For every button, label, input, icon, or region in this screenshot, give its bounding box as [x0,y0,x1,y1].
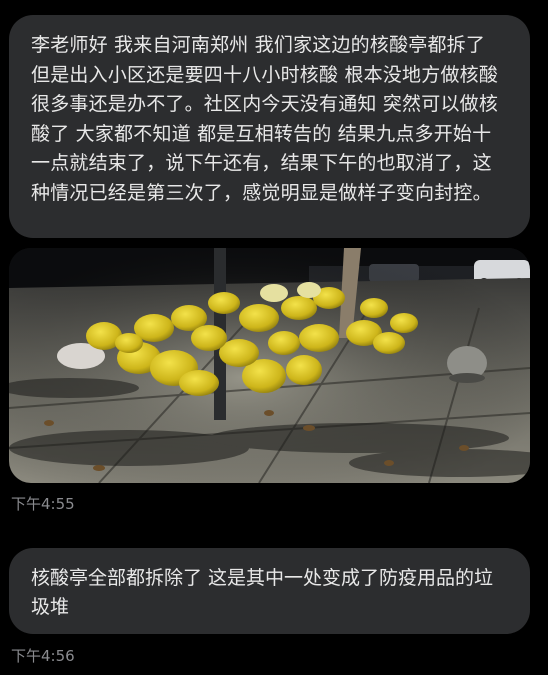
message-bubble-1: 李老师好 我来自河南郑州 我们家这边的核酸亭都拆了 但是出入小区还是要四十八小时… [9,15,530,238]
message-text-1: 李老师好 我来自河南郑州 我们家这边的核酸亭都拆了 但是出入小区还是要四十八小时… [31,34,499,204]
message-photo[interactable] [9,248,530,483]
message-timestamp-1: 下午4:55 [11,495,75,513]
photo-waste-pile-scene [9,248,530,483]
message-timestamp-2: 下午4:56 [11,647,75,665]
message-text-2: 核酸亭全部都拆除了 这是其中一处变成了防疫用品的垃圾堆 [31,567,494,618]
message-bubble-2: 核酸亭全部都拆除了 这是其中一处变成了防疫用品的垃圾堆 [9,548,530,634]
